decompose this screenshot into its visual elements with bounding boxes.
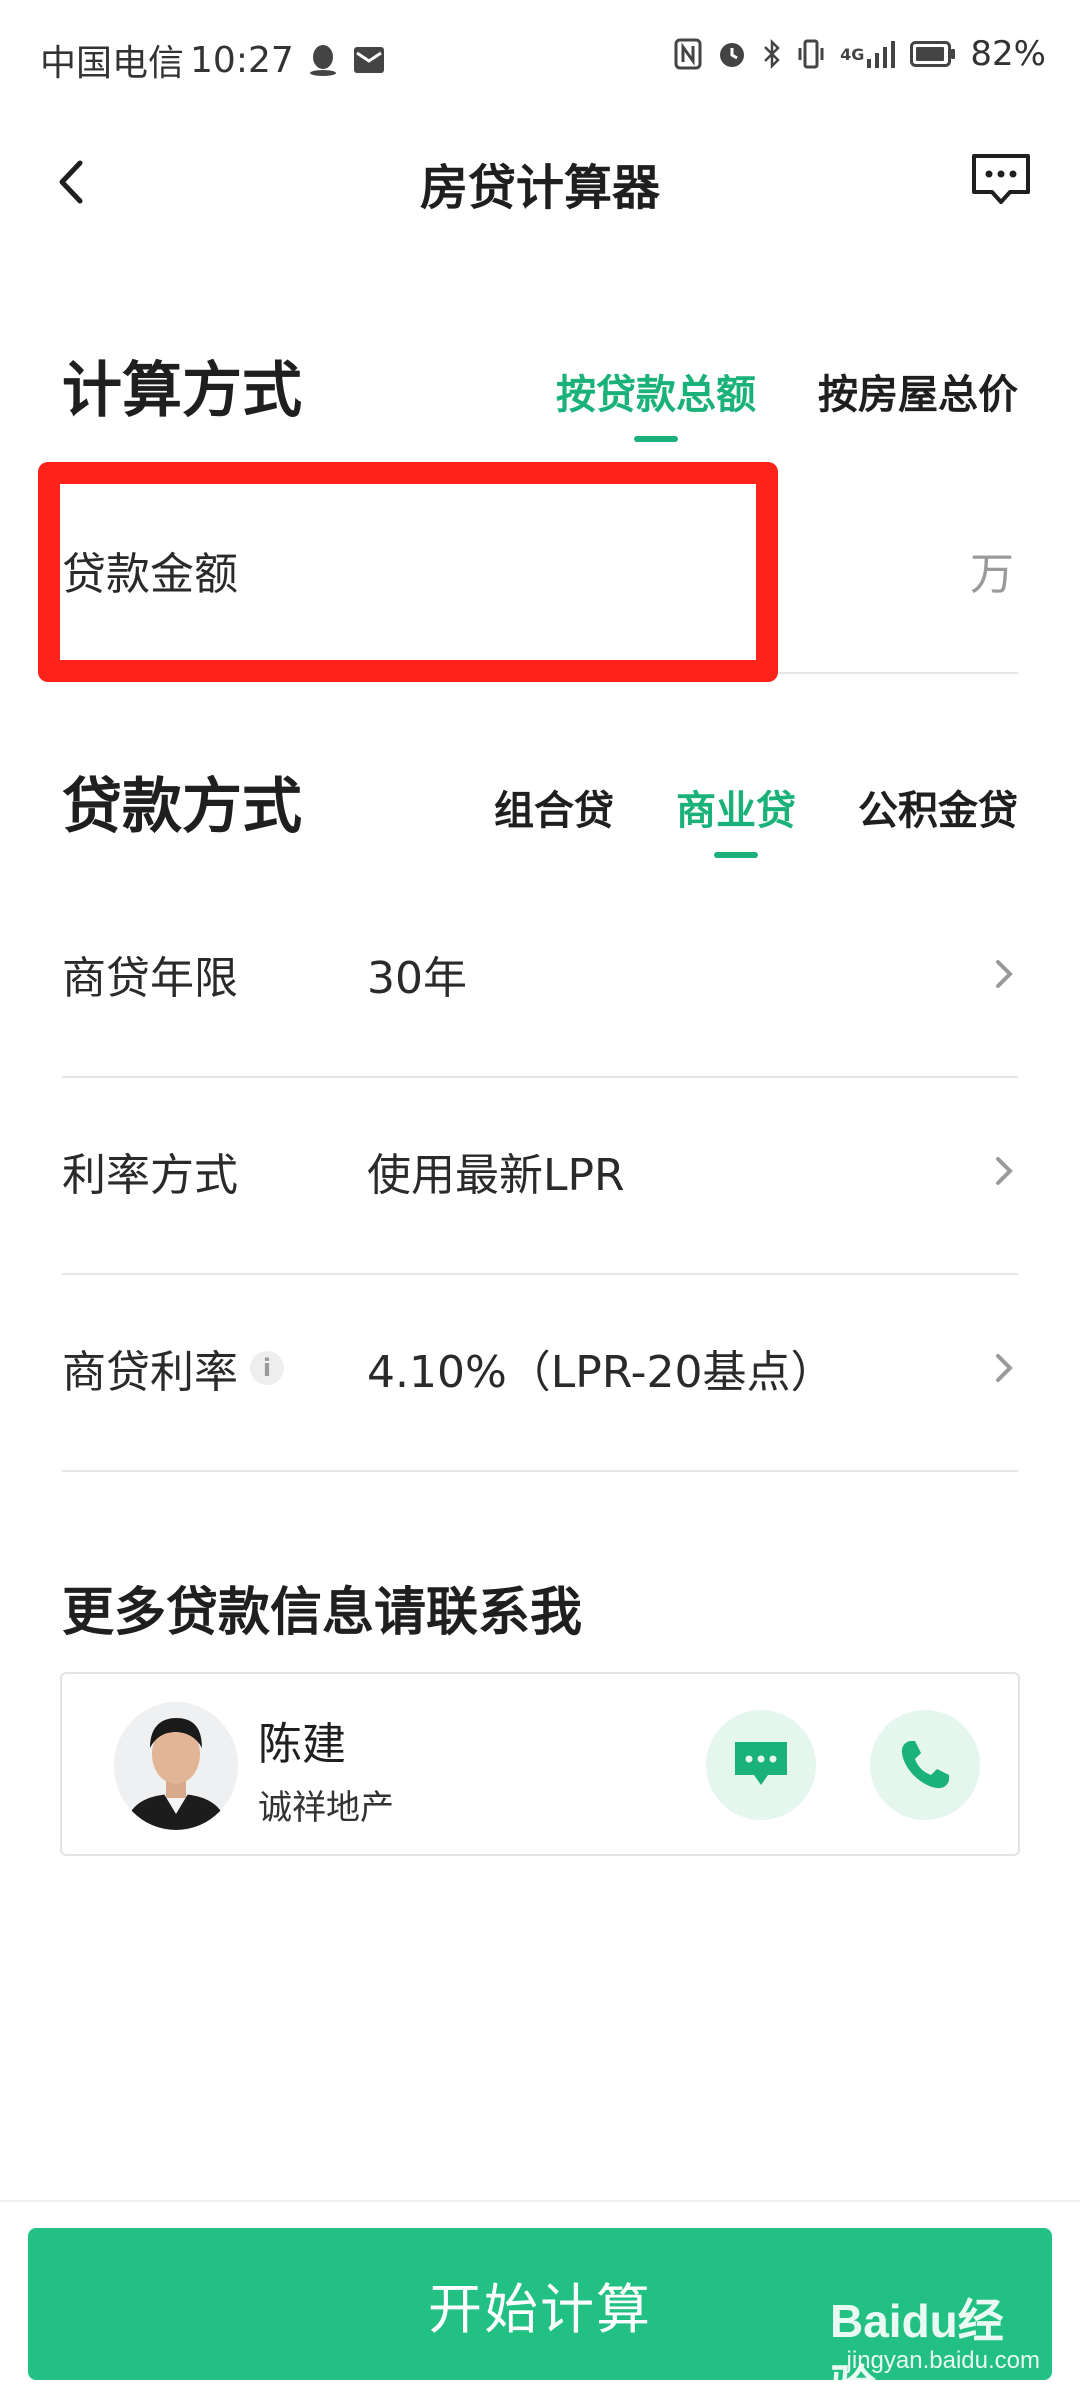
phone-icon	[901, 1741, 949, 1789]
agent-card[interactable]: 陈建 诚祥地产	[60, 1672, 1020, 1856]
calc-method-title: 计算方式	[62, 356, 302, 426]
network-label: 4G	[840, 44, 865, 64]
highlight-annotation-box	[38, 462, 778, 682]
loan-term-value: 30年	[367, 953, 467, 1004]
bluetooth-icon	[762, 38, 782, 70]
rate-method-row[interactable]: 利率方式 使用最新LPR	[62, 1079, 1018, 1275]
contact-heading: 更多贷款信息请联系我	[62, 1583, 583, 1643]
tab-combined-loan[interactable]: 组合贷	[494, 778, 614, 836]
loan-method-title: 贷款方式	[62, 772, 302, 842]
battery-label: 82%	[970, 34, 1046, 74]
info-icon[interactable]: i	[250, 1351, 284, 1385]
loan-term-label: 商贷年限	[62, 953, 238, 1004]
agent-name: 陈建	[258, 1719, 346, 1770]
carrier-label: 中国电信	[40, 43, 185, 84]
chevron-right-icon	[996, 960, 1013, 988]
tab-by-house-price[interactable]: 按房屋总价	[818, 362, 1018, 420]
nfc-icon	[674, 38, 702, 70]
chevron-right-icon	[996, 1354, 1013, 1382]
calc-method-tabs: 按贷款总额 按房屋总价	[494, 362, 1018, 420]
commercial-rate-label: 商贷利率	[62, 1347, 238, 1398]
agent-company: 诚祥地产	[258, 1788, 394, 1828]
chevron-right-icon	[996, 1157, 1013, 1185]
nav-bar: 房贷计算器	[0, 130, 1080, 230]
chat-button[interactable]	[706, 1710, 816, 1820]
chat-icon	[735, 1742, 787, 1785]
vibrate-icon	[796, 38, 826, 70]
watermark-url: jingyan.baidu.com	[846, 2347, 1040, 2374]
message-button[interactable]	[970, 152, 1032, 212]
status-bar: 中国电信 10:27 4G 82%	[0, 0, 1080, 118]
time-label: 10:27	[190, 39, 294, 81]
rate-method-value: 使用最新LPR	[367, 1150, 625, 1201]
loan-amount-unit: 万	[970, 549, 1014, 600]
avatar	[114, 1702, 238, 1830]
signal-icon: 4G	[840, 39, 896, 69]
calc-method-section: 计算方式 按贷款总额 按房屋总价	[62, 342, 1018, 432]
call-button[interactable]	[870, 1710, 980, 1820]
status-left: 中国电信 10:27	[40, 34, 386, 86]
page-title: 房贷计算器	[419, 160, 660, 216]
alarm-icon	[716, 38, 748, 70]
tab-provident-fund-loan[interactable]: 公积金贷	[858, 778, 1018, 836]
battery-icon	[910, 41, 956, 67]
loan-method-section: 贷款方式 组合贷 商业贷 公积金贷	[62, 758, 1018, 848]
qq-icon	[306, 43, 340, 77]
rate-method-label: 利率方式	[62, 1150, 238, 1201]
loan-method-tabs: 组合贷 商业贷 公积金贷	[432, 778, 1018, 836]
watermark-logo: Baidu经验	[830, 2295, 1004, 2400]
commercial-rate-row[interactable]: 商贷利率 i 4.10%（LPR-20基点）	[62, 1276, 1018, 1472]
commercial-rate-label-wrap: 商贷利率 i	[62, 1336, 284, 1400]
mail-icon	[352, 43, 386, 77]
message-icon	[972, 154, 1030, 204]
status-right: 4G 82%	[674, 34, 1046, 74]
commercial-rate-value: 4.10%（LPR-20基点）	[367, 1347, 835, 1398]
tab-commercial-loan[interactable]: 商业贷	[676, 778, 796, 836]
tab-by-loan-total[interactable]: 按贷款总额	[556, 362, 756, 420]
baidu-watermark: Baidu经验 jingyan.baidu.com	[830, 2285, 1040, 2400]
loan-term-row[interactable]: 商贷年限 30年	[62, 882, 1018, 1078]
